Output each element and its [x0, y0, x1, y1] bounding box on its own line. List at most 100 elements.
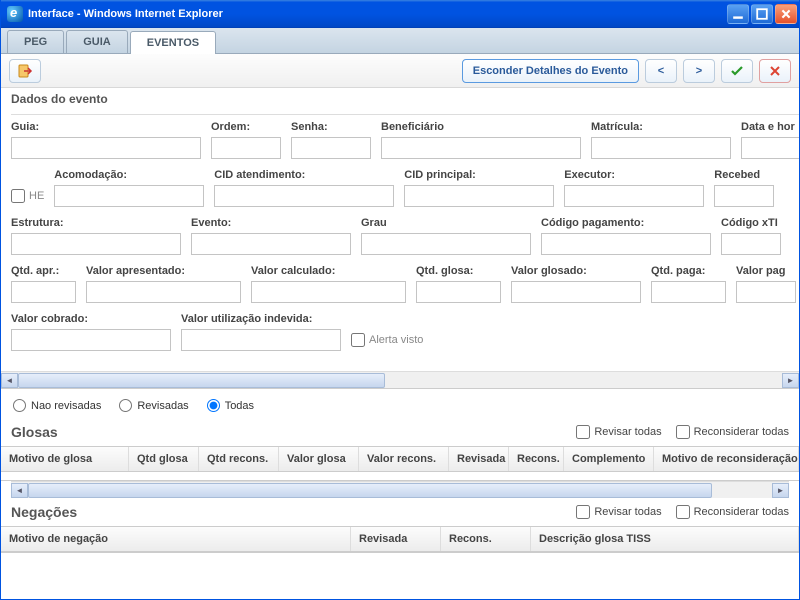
- input-cid-atend[interactable]: [214, 185, 394, 207]
- input-beneficiario[interactable]: [381, 137, 581, 159]
- label-codigo-xth: Código xTI: [721, 217, 781, 229]
- glosas-hscroll[interactable]: ◄ ►: [11, 481, 789, 498]
- input-valor-calculado[interactable]: [251, 281, 406, 303]
- glosas-grid: Motivo de glosa Qtd glosa Qtd recons. Va…: [1, 446, 799, 481]
- col-qtd-glosa[interactable]: Qtd glosa: [129, 447, 199, 471]
- input-estrutura[interactable]: [11, 233, 181, 255]
- scroll-right-icon[interactable]: ►: [782, 373, 799, 388]
- input-cid-princ[interactable]: [404, 185, 554, 207]
- negacoes-reconsiderar-todas[interactable]: Reconsiderar todas: [676, 505, 789, 519]
- col-neg-revisada[interactable]: Revisada: [351, 527, 441, 551]
- radio-revisadas[interactable]: Revisadas: [119, 399, 188, 412]
- input-qtd-apr[interactable]: [11, 281, 76, 303]
- col-recons[interactable]: Recons.: [509, 447, 564, 471]
- tab-guia[interactable]: GUIA: [66, 30, 128, 53]
- confirm-button[interactable]: [721, 59, 753, 83]
- form-hscroll[interactable]: ◄ ►: [1, 371, 799, 388]
- label-valor-glosado: Valor glosado:: [511, 265, 641, 277]
- negacoes-grid-head: Motivo de negação Revisada Recons. Descr…: [1, 527, 799, 552]
- col-qtd-recons[interactable]: Qtd recons.: [199, 447, 279, 471]
- glosas-header: Glosas Revisar todas Reconsiderar todas: [1, 422, 799, 446]
- input-qtd-paga[interactable]: [651, 281, 726, 303]
- col-neg-recons[interactable]: Recons.: [441, 527, 531, 551]
- label-beneficiario: Beneficiário: [381, 121, 581, 133]
- toolbar: Esconder Detalhes do Evento < >: [1, 54, 799, 88]
- input-data-hora[interactable]: [741, 137, 799, 159]
- label-qtd-glosa: Qtd. glosa:: [416, 265, 501, 277]
- label-qtd-paga: Qtd. paga:: [651, 265, 726, 277]
- input-valor-pag[interactable]: [736, 281, 796, 303]
- form-area: Guia: Ordem: Senha: Beneficiário Matrícu…: [1, 108, 799, 371]
- label-valor-apresentado: Valor apresentado:: [86, 265, 241, 277]
- input-valor-glosado[interactable]: [511, 281, 641, 303]
- label-valor-pag: Valor pag: [736, 265, 796, 277]
- col-revisada[interactable]: Revisada: [449, 447, 509, 471]
- he-checkbox[interactable]: [11, 189, 25, 203]
- input-valor-utiliz[interactable]: [181, 329, 341, 351]
- label-valor-calculado: Valor calculado:: [251, 265, 406, 277]
- input-evento[interactable]: [191, 233, 351, 255]
- label-cid-atend: CID atendimento:: [214, 169, 394, 181]
- filter-radios: Nao revisadas Revisadas Todas: [1, 389, 799, 422]
- glosas-title: Glosas: [11, 424, 562, 440]
- label-matricula: Matrícula:: [591, 121, 731, 133]
- input-codigo-xth[interactable]: [721, 233, 781, 255]
- negacoes-revisar-todas[interactable]: Revisar todas: [576, 505, 661, 519]
- minimize-button[interactable]: [727, 4, 749, 24]
- glosas-grid-head: Motivo de glosa Qtd glosa Qtd recons. Va…: [1, 447, 799, 472]
- input-grau[interactable]: [361, 233, 531, 255]
- label-ordem: Ordem:: [211, 121, 281, 133]
- col-valor-recons[interactable]: Valor recons.: [359, 447, 449, 471]
- col-valor-glosa[interactable]: Valor glosa: [279, 447, 359, 471]
- prev-button[interactable]: <: [645, 59, 677, 83]
- window-title: Interface - Windows Internet Explorer: [28, 8, 223, 20]
- input-valor-cobrado[interactable]: [11, 329, 171, 351]
- input-ordem[interactable]: [211, 137, 281, 159]
- glosas-grid-body: [1, 472, 799, 480]
- input-acomodacao[interactable]: [54, 185, 204, 207]
- input-executor[interactable]: [564, 185, 704, 207]
- dados-evento-label: Dados do evento: [1, 88, 799, 108]
- maximize-button[interactable]: [751, 4, 773, 24]
- close-button[interactable]: [775, 4, 797, 24]
- radio-todas[interactable]: Todas: [207, 399, 254, 412]
- scroll-left-icon[interactable]: ◄: [11, 483, 28, 498]
- negacoes-header: Negações Revisar todas Reconsiderar toda…: [1, 502, 799, 526]
- scroll-left-icon[interactable]: ◄: [1, 373, 18, 388]
- esconder-detalhes-button[interactable]: Esconder Detalhes do Evento: [462, 59, 639, 83]
- input-matricula[interactable]: [591, 137, 731, 159]
- negacoes-grid: Motivo de negação Revisada Recons. Descr…: [1, 526, 799, 553]
- col-motivo-reconsid[interactable]: Motivo de reconsideração: [654, 447, 799, 471]
- col-complemento[interactable]: Complemento: [564, 447, 654, 471]
- col-motivo-negacao[interactable]: Motivo de negação: [1, 527, 351, 551]
- col-descricao-tiss[interactable]: Descrição glosa TISS: [531, 527, 799, 551]
- label-qtd-apr: Qtd. apr.:: [11, 265, 76, 277]
- exit-button[interactable]: [9, 59, 41, 83]
- input-guia[interactable]: [11, 137, 201, 159]
- glosas-reconsiderar-todas[interactable]: Reconsiderar todas: [676, 425, 789, 439]
- delete-button[interactable]: [759, 59, 791, 83]
- scroll-right-icon[interactable]: ►: [772, 483, 789, 498]
- scroll-thumb[interactable]: [28, 483, 712, 498]
- tab-eventos[interactable]: EVENTOS: [130, 31, 216, 54]
- input-qtd-glosa[interactable]: [416, 281, 501, 303]
- label-data-hora: Data e hor: [741, 121, 799, 133]
- next-button[interactable]: >: [683, 59, 715, 83]
- label-senha: Senha:: [291, 121, 371, 133]
- input-recebed[interactable]: [714, 185, 774, 207]
- label-recebed: Recebed: [714, 169, 774, 181]
- scroll-thumb[interactable]: [18, 373, 385, 388]
- input-valor-apresentado[interactable]: [86, 281, 241, 303]
- input-codigo-pag[interactable]: [541, 233, 711, 255]
- tab-peg[interactable]: PEG: [7, 30, 64, 53]
- tabbar: PEG GUIA EVENTOS: [1, 28, 799, 54]
- col-motivo-glosa[interactable]: Motivo de glosa: [1, 447, 129, 471]
- input-senha[interactable]: [291, 137, 371, 159]
- radio-nao-revisadas[interactable]: Nao revisadas: [13, 399, 101, 412]
- label-he: HE: [29, 190, 44, 202]
- app-window: Interface - Windows Internet Explorer PE…: [0, 0, 800, 600]
- label-alerta-visto: Alerta visto: [369, 334, 423, 346]
- alerta-visto-checkbox[interactable]: [351, 333, 365, 347]
- he-checkbox-wrap: HE: [11, 185, 44, 207]
- glosas-revisar-todas[interactable]: Revisar todas: [576, 425, 661, 439]
